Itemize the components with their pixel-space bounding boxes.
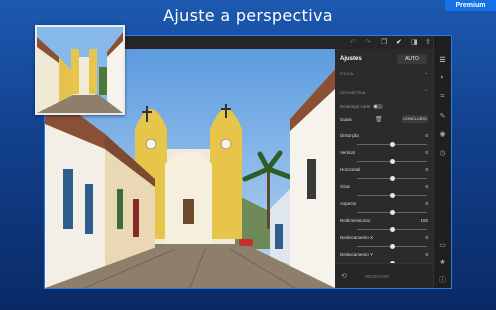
slider-value: 0 [425, 133, 428, 138]
slider-value: 0 [425, 150, 428, 155]
star-icon[interactable]: ★ [437, 258, 448, 266]
slider-label: Horizontal [340, 167, 361, 172]
presets-icon[interactable]: ◐ [437, 74, 448, 81]
slider-knob[interactable] [390, 244, 395, 249]
check-icon[interactable]: ✔ [396, 38, 402, 46]
compare-icon[interactable]: ◨ [411, 38, 418, 46]
reset-icon[interactable]: ⟲ [341, 272, 347, 280]
slider-value: 0 [425, 201, 428, 206]
slider-knob[interactable] [390, 142, 395, 147]
slider-value: 0 [425, 167, 428, 172]
comment-icon[interactable]: ▭ [437, 241, 448, 249]
brush-icon[interactable]: ✎ [437, 112, 448, 120]
headline: Ajuste a perspectiva [163, 6, 333, 25]
slider-track[interactable] [357, 244, 427, 249]
slider-value: 100 [420, 218, 428, 223]
undo-icon[interactable]: ↶ [350, 38, 356, 46]
done-button[interactable]: CONCLUÍDO [402, 115, 428, 123]
chevron-up-icon[interactable]: ⌃ [424, 89, 428, 95]
history-icon[interactable]: ◷ [437, 149, 448, 157]
trash-icon[interactable]: 🗑 [375, 116, 383, 123]
chevron-down-icon[interactable]: ⌄ [424, 70, 428, 76]
panel-title: Ajustes [340, 56, 362, 62]
slider-label: Distorção [340, 133, 360, 138]
tool-rail: ☰ ◐ ⌗ ✎ ◉ ◷ ▭ ★ ⓘ [433, 36, 451, 288]
slider-value: 0 [425, 235, 428, 240]
slider-track[interactable] [357, 176, 427, 181]
auto-button[interactable]: AUTO [397, 54, 427, 64]
slider-knob[interactable] [390, 227, 395, 232]
copy-icon[interactable]: ❐ [381, 38, 387, 46]
reset-button[interactable]: REDEFINIR [365, 274, 389, 279]
premium-badge[interactable]: Premium [445, 0, 496, 11]
before-thumbnail [35, 25, 125, 115]
crop-icon[interactable]: ⌗ [437, 93, 448, 101]
redo-icon[interactable]: ↷ [365, 38, 371, 46]
geometry-section[interactable]: GEOMETRIA [340, 90, 366, 95]
share-icon[interactable]: ⇪ [425, 38, 431, 46]
slider-label: Girar [340, 184, 350, 189]
slider-value: 0 [425, 252, 428, 257]
slider-knob[interactable] [390, 176, 395, 181]
guides-label: Guias [340, 117, 352, 122]
adjustments-panel: Ajustes AUTO ÓTICA ⌄ GEOMETRIA ⌃ Restrin… [335, 49, 433, 288]
slider-label: Deslocamento X [340, 235, 374, 240]
slider-track[interactable] [357, 142, 427, 147]
info-icon[interactable]: ⓘ [437, 275, 448, 285]
optics-section[interactable]: ÓTICA [340, 71, 353, 76]
slider-knob[interactable] [390, 159, 395, 164]
slider-track[interactable] [357, 159, 427, 164]
slider-value: 0 [425, 184, 428, 189]
sliders-icon[interactable]: ☰ [437, 56, 448, 64]
slider-label: Redimensionar [340, 218, 371, 223]
slider-label: Deslocamento Y [340, 252, 373, 257]
selective-icon[interactable]: ◉ [437, 130, 448, 138]
slider-knob[interactable] [390, 210, 395, 215]
slider-label: Vertical [340, 150, 355, 155]
slider-track[interactable] [357, 210, 427, 215]
constrain-crop-toggle[interactable] [373, 104, 383, 109]
constrain-crop-label: Restringir corte [340, 104, 371, 109]
slider-track[interactable] [357, 227, 427, 232]
slider-label: Aspecto [340, 201, 357, 206]
slider-knob[interactable] [390, 193, 395, 198]
slider-track[interactable] [357, 193, 427, 198]
panel-footer: ⟲ REDEFINIR [335, 263, 433, 288]
